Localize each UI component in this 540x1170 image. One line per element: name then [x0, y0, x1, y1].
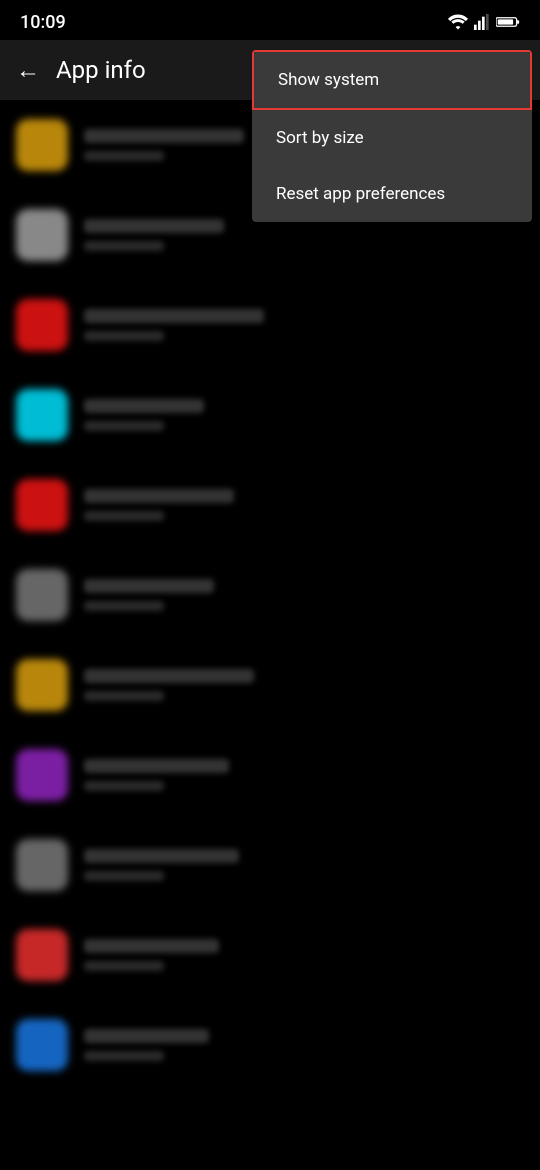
app-name: [84, 669, 254, 683]
app-icon: [16, 389, 68, 441]
app-list-item[interactable]: [0, 280, 540, 370]
app-size: [84, 331, 164, 341]
app-name: [84, 309, 264, 323]
app-icon: [16, 299, 68, 351]
dropdown-menu: Show systemSort by sizeReset app prefere…: [252, 50, 532, 222]
app-name: [84, 1029, 209, 1043]
app-list-item[interactable]: [0, 820, 540, 910]
app-size: [84, 241, 164, 251]
app-info: [84, 219, 524, 251]
wifi-icon: [448, 14, 468, 30]
app-info: [84, 399, 524, 431]
status-icons: [448, 14, 520, 30]
app-info: [84, 309, 524, 341]
app-icon: [16, 209, 68, 261]
app-size: [84, 961, 164, 971]
app-info: [84, 939, 524, 971]
app-icon: [16, 659, 68, 711]
app-icon: [16, 1019, 68, 1071]
app-name: [84, 579, 214, 593]
app-size: [84, 151, 164, 161]
status-time: 10:09: [20, 12, 66, 33]
back-button[interactable]: ←: [16, 56, 40, 85]
app-size: [84, 781, 164, 791]
app-name: [84, 489, 234, 503]
app-list-item[interactable]: [0, 1000, 540, 1090]
battery-icon: [496, 15, 520, 29]
app-info: [84, 849, 524, 881]
app-info: [84, 1029, 524, 1061]
app-size: [84, 1051, 164, 1061]
status-bar: 10:09: [0, 0, 540, 40]
dropdown-item-sort-by-size[interactable]: Sort by size: [252, 110, 532, 166]
app-size: [84, 871, 164, 881]
app-icon: [16, 119, 68, 171]
app-name: [84, 939, 219, 953]
app-name: [84, 759, 229, 773]
app-list-item[interactable]: [0, 910, 540, 1000]
app-size: [84, 511, 164, 521]
app-icon: [16, 929, 68, 981]
app-list-item[interactable]: [0, 460, 540, 550]
app-name: [84, 399, 204, 413]
app-list: [0, 100, 540, 1090]
app-name: [84, 219, 224, 233]
app-size: [84, 691, 164, 701]
app-icon: [16, 479, 68, 531]
app-info: [84, 759, 524, 791]
signal-icon: [474, 14, 490, 30]
app-icon: [16, 569, 68, 621]
app-size: [84, 601, 164, 611]
app-size: [84, 421, 164, 431]
app-info: [84, 579, 524, 611]
app-icon: [16, 839, 68, 891]
dropdown-item-show-system[interactable]: Show system: [252, 50, 532, 110]
app-name: [84, 849, 239, 863]
app-info: [84, 669, 524, 701]
app-icon: [16, 749, 68, 801]
app-name: [84, 129, 244, 143]
app-list-item[interactable]: [0, 730, 540, 820]
page-title: App info: [56, 56, 146, 84]
app-list-item[interactable]: [0, 370, 540, 460]
dropdown-item-reset-app-prefs[interactable]: Reset app preferences: [252, 166, 532, 222]
app-info: [84, 489, 524, 521]
app-list-item[interactable]: [0, 550, 540, 640]
app-list-item[interactable]: [0, 640, 540, 730]
